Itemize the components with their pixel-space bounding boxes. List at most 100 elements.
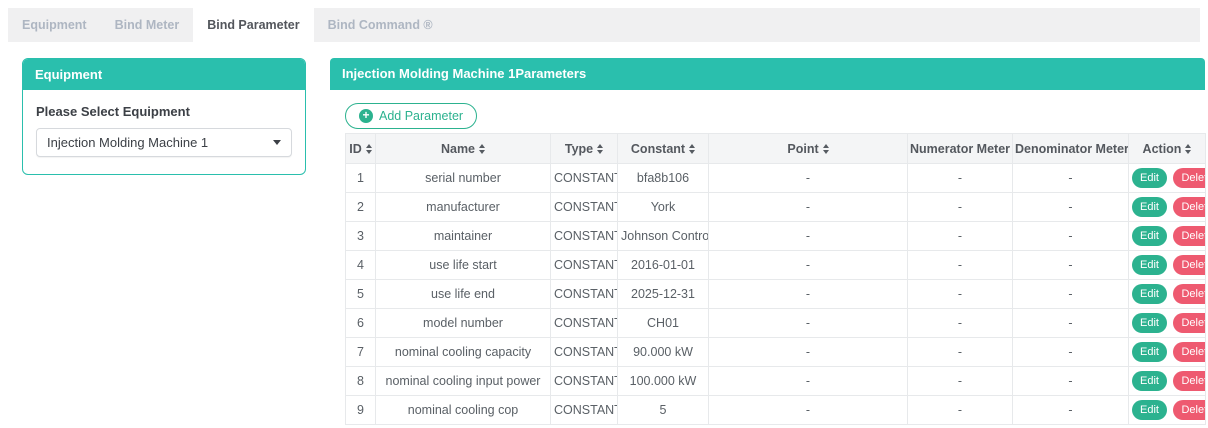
equipment-select[interactable]: Injection Molding Machine 1 (36, 128, 292, 157)
tab-bind-parameter[interactable]: Bind Parameter (193, 8, 313, 42)
cell-numerator-meter: - (908, 222, 1013, 251)
cell-numerator-meter: - (908, 193, 1013, 222)
tab-bind-command[interactable]: Bind Command ® (314, 8, 447, 42)
cell-type: CONSTANT (551, 164, 618, 193)
cell-action: Edit Delete (1129, 396, 1206, 425)
cell-action: Edit Delete (1129, 222, 1206, 251)
parameter-table-body: 1 serial number CONSTANT bfa8b106 - - - … (346, 164, 1206, 425)
cell-id: 7 (346, 338, 376, 367)
delete-button[interactable]: Delete (1173, 342, 1205, 362)
table-row: 9 nominal cooling cop CONSTANT 5 - - - E… (346, 396, 1206, 425)
table-header-row: ID Name Type Constant Point Numerator Me… (346, 134, 1206, 164)
cell-type: CONSTANT (551, 251, 618, 280)
cell-type: CONSTANT (551, 309, 618, 338)
table-row: 5 use life end CONSTANT 2025-12-31 - - -… (346, 280, 1206, 309)
cell-id: 2 (346, 193, 376, 222)
column-header-point[interactable]: Point (709, 134, 908, 164)
cell-numerator-meter: - (908, 164, 1013, 193)
cell-denominator-meter: - (1013, 280, 1129, 309)
cell-name: model number (376, 309, 551, 338)
cell-point: - (709, 164, 908, 193)
cell-constant: York (618, 193, 709, 222)
parameter-table: ID Name Type Constant Point Numerator Me… (345, 133, 1206, 425)
sort-icon (689, 144, 695, 154)
cell-id: 3 (346, 222, 376, 251)
column-header-denominator-meter[interactable]: Denominator Meter (1013, 134, 1129, 164)
column-header-type[interactable]: Type (551, 134, 618, 164)
column-header-name[interactable]: Name (376, 134, 551, 164)
column-header-action[interactable]: Action (1129, 134, 1206, 164)
parameters-panel-title: Injection Molding Machine 1Parameters (330, 58, 1205, 90)
plus-circle-icon: + (359, 109, 373, 123)
equipment-select-value: Injection Molding Machine 1 (47, 135, 208, 150)
edit-button[interactable]: Edit (1132, 313, 1167, 333)
cell-denominator-meter: - (1013, 396, 1129, 425)
cell-numerator-meter: - (908, 396, 1013, 425)
cell-constant: 100.000 kW (618, 367, 709, 396)
cell-denominator-meter: - (1013, 164, 1129, 193)
tab-equipment[interactable]: Equipment (8, 8, 101, 42)
cell-name: nominal cooling cop (376, 396, 551, 425)
edit-button[interactable]: Edit (1132, 371, 1167, 391)
column-header-constant[interactable]: Constant (618, 134, 709, 164)
cell-constant: CH01 (618, 309, 709, 338)
column-header-numerator-meter[interactable]: Numerator Meter (908, 134, 1013, 164)
cell-action: Edit Delete (1129, 309, 1206, 338)
cell-denominator-meter: - (1013, 251, 1129, 280)
edit-button[interactable]: Edit (1132, 342, 1167, 362)
cell-action: Edit Delete (1129, 338, 1206, 367)
delete-button[interactable]: Delete (1173, 226, 1205, 246)
edit-button[interactable]: Edit (1132, 226, 1167, 246)
edit-button[interactable]: Edit (1132, 197, 1167, 217)
add-parameter-button[interactable]: + Add Parameter (345, 103, 477, 129)
cell-constant: bfa8b106 (618, 164, 709, 193)
cell-name: nominal cooling input power (376, 367, 551, 396)
cell-denominator-meter: - (1013, 222, 1129, 251)
cell-point: - (709, 251, 908, 280)
table-row: 8 nominal cooling input power CONSTANT 1… (346, 367, 1206, 396)
edit-button[interactable]: Edit (1132, 400, 1167, 420)
cell-numerator-meter: - (908, 251, 1013, 280)
select-equipment-label: Please Select Equipment (36, 104, 292, 119)
delete-button[interactable]: Delete (1173, 284, 1205, 304)
cell-type: CONSTANT (551, 396, 618, 425)
cell-denominator-meter: - (1013, 367, 1129, 396)
sort-icon (1185, 144, 1191, 154)
table-row: 4 use life start CONSTANT 2016-01-01 - -… (346, 251, 1206, 280)
delete-button[interactable]: Delete (1173, 197, 1205, 217)
column-header-id[interactable]: ID (346, 134, 376, 164)
delete-button[interactable]: Delete (1173, 255, 1205, 275)
tab-bind-meter[interactable]: Bind Meter (101, 8, 194, 42)
cell-denominator-meter: - (1013, 309, 1129, 338)
cell-name: nominal cooling capacity (376, 338, 551, 367)
cell-name: serial number (376, 164, 551, 193)
cell-point: - (709, 193, 908, 222)
cell-action: Edit Delete (1129, 280, 1206, 309)
delete-button[interactable]: Delete (1173, 400, 1205, 420)
cell-name: use life start (376, 251, 551, 280)
cell-point: - (709, 309, 908, 338)
cell-denominator-meter: - (1013, 338, 1129, 367)
table-row: 2 manufacturer CONSTANT York - - - Edit … (346, 193, 1206, 222)
cell-id: 5 (346, 280, 376, 309)
screen: Equipment Bind Meter Bind Parameter Bind… (0, 0, 1208, 428)
delete-button[interactable]: Delete (1173, 168, 1205, 188)
cell-constant: 5 (618, 396, 709, 425)
edit-button[interactable]: Edit (1132, 255, 1167, 275)
cell-denominator-meter: - (1013, 193, 1129, 222)
edit-button[interactable]: Edit (1132, 284, 1167, 304)
cell-type: CONSTANT (551, 338, 618, 367)
cell-name: manufacturer (376, 193, 551, 222)
cell-type: CONSTANT (551, 367, 618, 396)
parameters-panel-body: + Add Parameter ID Name Type Constant Po… (330, 90, 1205, 425)
cell-name: maintainer (376, 222, 551, 251)
cell-id: 9 (346, 396, 376, 425)
cell-type: CONSTANT (551, 280, 618, 309)
cell-numerator-meter: - (908, 280, 1013, 309)
cell-id: 8 (346, 367, 376, 396)
edit-button[interactable]: Edit (1132, 168, 1167, 188)
delete-button[interactable]: Delete (1173, 313, 1205, 333)
cell-type: CONSTANT (551, 193, 618, 222)
cell-action: Edit Delete (1129, 164, 1206, 193)
delete-button[interactable]: Delete (1173, 371, 1205, 391)
